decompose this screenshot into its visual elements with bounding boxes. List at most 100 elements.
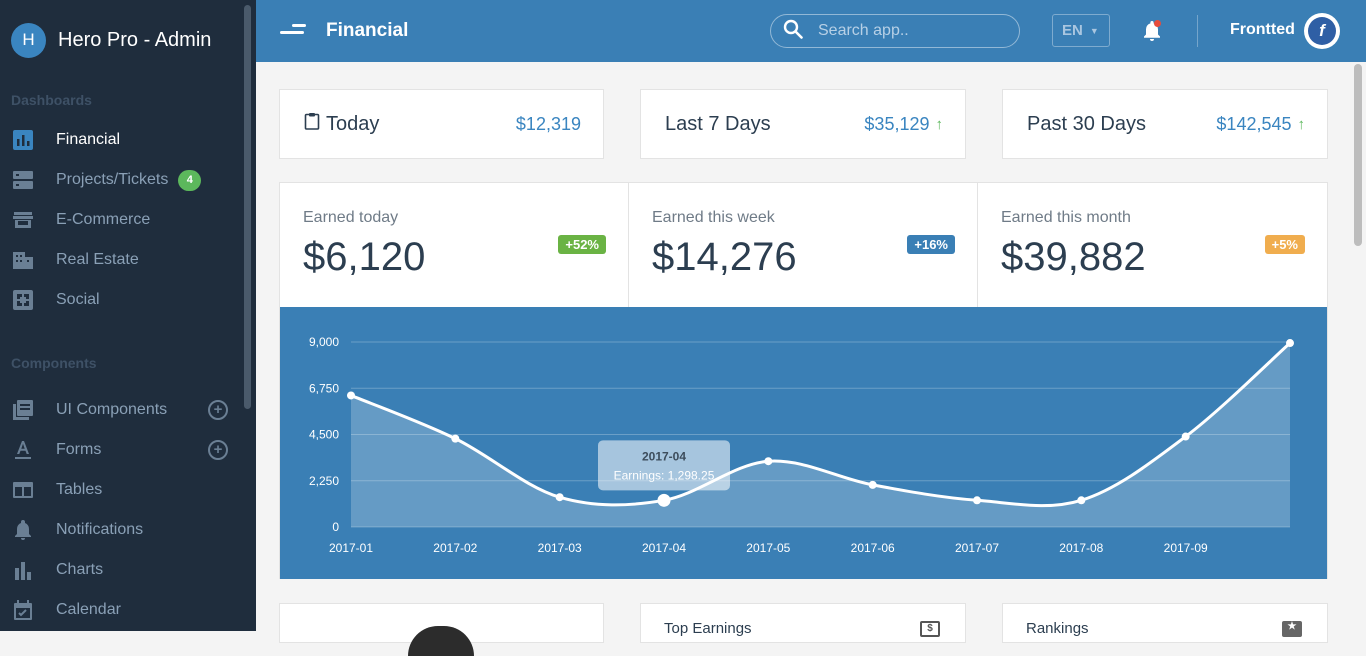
earnings-chart[interactable]: 0 2,250 4,500 6,750 9,000 2017-01 2017-02 2017-… bbox=[280, 307, 1327, 579]
notification-dot bbox=[1154, 20, 1161, 27]
topbar: Financial EN ▼ Frontted f bbox=[256, 0, 1366, 62]
card-title: Rankings bbox=[1026, 620, 1089, 637]
social-icon bbox=[12, 289, 34, 311]
y-tick-label: 0 bbox=[332, 520, 339, 534]
x-tick-label: 2017-08 bbox=[1059, 541, 1103, 555]
sidebar-item-calendar[interactable]: Calendar bbox=[0, 590, 256, 630]
nav-section-title: Dashboards bbox=[11, 92, 92, 108]
sidebar-item-financial[interactable]: Financial bbox=[0, 120, 256, 160]
sidebar-item-notifications[interactable]: Notifications bbox=[0, 510, 256, 550]
data-point bbox=[1286, 339, 1294, 348]
earn-label: Earned today bbox=[303, 209, 399, 226]
data-point bbox=[555, 493, 564, 502]
sidebar-item-tables[interactable]: Tables bbox=[0, 470, 256, 510]
x-tick-label: 2017-02 bbox=[433, 541, 477, 555]
search-input[interactable] bbox=[818, 22, 998, 40]
stat-card-last-7-days: Last 7 Days $35,129 ↑ bbox=[640, 89, 966, 159]
nav-section-title: Components bbox=[11, 355, 97, 371]
building-icon bbox=[12, 249, 34, 271]
bottom-card-top-earnings: Top Earnings $ bbox=[640, 603, 966, 643]
stat-value: $12,319 bbox=[515, 113, 581, 134]
x-tick-label: 2017-01 bbox=[329, 541, 373, 555]
percent-badge: +5% bbox=[1264, 235, 1305, 254]
chevron-down-icon: ▼ bbox=[1089, 25, 1099, 36]
dollar-icon: $ bbox=[920, 621, 940, 637]
expand-plus-icon[interactable]: + bbox=[208, 400, 228, 420]
library-icon bbox=[12, 399, 34, 421]
user-name[interactable]: Frontted bbox=[1230, 21, 1295, 39]
sidebar-item-label: E-Commerce bbox=[56, 211, 151, 228]
arrow-up-icon: ↑ bbox=[1297, 115, 1306, 133]
bottom-card-rankings: Rankings ★ bbox=[1002, 603, 1328, 643]
sidebar-item-label: UI Components bbox=[56, 401, 168, 418]
sidebar-scrollbar[interactable] bbox=[244, 5, 251, 409]
series-area bbox=[351, 343, 1290, 527]
bar-chart-icon bbox=[12, 129, 34, 151]
data-point bbox=[973, 496, 981, 505]
sidebar-item-ecommerce[interactable]: E-Commerce bbox=[0, 200, 256, 240]
text-format-icon bbox=[12, 439, 34, 461]
clipboard-icon bbox=[304, 112, 326, 136]
notifications-bell-icon[interactable] bbox=[1142, 20, 1164, 42]
data-point bbox=[451, 434, 460, 443]
main-scrollbar[interactable] bbox=[1354, 64, 1362, 246]
y-tick-label: 4,500 bbox=[309, 428, 339, 442]
x-tick-label: 2017-09 bbox=[1164, 541, 1208, 555]
stat-label: Past 30 Days bbox=[1027, 112, 1146, 135]
stat-label: Today bbox=[326, 112, 380, 135]
avatar[interactable]: f bbox=[1304, 13, 1340, 49]
sidebar-item-label: Charts bbox=[56, 561, 104, 578]
sidebar-item-forms[interactable]: Forms + bbox=[0, 430, 256, 470]
y-tick-label: 2,250 bbox=[309, 474, 339, 488]
search-icon bbox=[783, 19, 803, 44]
sidebar-item-ui-components[interactable]: UI Components + bbox=[0, 390, 256, 430]
sidebar-item-label: Tables bbox=[56, 481, 103, 498]
x-tick-label: 2017-06 bbox=[851, 541, 895, 555]
bell-icon bbox=[12, 519, 34, 541]
table-icon bbox=[12, 479, 34, 501]
stat-card-past-30-days: Past 30 Days $142,545 ↑ bbox=[1002, 89, 1328, 159]
brand-name: Hero Pro - Admin bbox=[58, 28, 212, 51]
earnings-chart-svg: 0 2,250 4,500 6,750 9,000 2017-01 2017-02 2017-… bbox=[309, 335, 1294, 555]
arrow-up-icon: ↑ bbox=[935, 115, 944, 133]
server-icon bbox=[12, 169, 34, 191]
brand[interactable]: H Hero Pro - Admin bbox=[0, 0, 256, 80]
language-select[interactable]: EN ▼ bbox=[1052, 14, 1110, 47]
tooltip-title: 2017-04 bbox=[642, 449, 686, 463]
language-value: EN bbox=[1062, 22, 1083, 39]
data-point bbox=[347, 391, 355, 400]
brand-logo: H bbox=[11, 22, 46, 58]
y-tick-label: 9,000 bbox=[309, 335, 339, 349]
earned-week-card: Earned this week $14,276 +16% bbox=[629, 183, 978, 307]
x-tick-label: 2017-03 bbox=[538, 541, 582, 555]
card-title: Top Earnings bbox=[664, 620, 752, 637]
earn-label: Earned this week bbox=[652, 209, 775, 226]
avatar-letter: f bbox=[1308, 17, 1336, 45]
percent-badge: +52% bbox=[558, 235, 606, 254]
sidebar-item-projects-tickets[interactable]: Projects/Tickets 4 bbox=[0, 160, 256, 200]
earned-month-card: Earned this month $39,882 +5% bbox=[978, 183, 1327, 307]
calendar-icon bbox=[12, 599, 34, 621]
sidebar: H Hero Pro - Admin Dashboards Financial … bbox=[0, 0, 256, 631]
tooltip-text: Earnings: 1,298.25 bbox=[614, 468, 715, 482]
data-point bbox=[868, 480, 877, 489]
sidebar-item-social[interactable]: Social bbox=[0, 280, 256, 320]
sidebar-item-real-estate[interactable]: Real Estate bbox=[0, 240, 256, 280]
topbar-divider bbox=[1197, 15, 1198, 47]
percent-badge: +16% bbox=[907, 235, 955, 254]
x-tick-label: 2017-04 bbox=[642, 541, 686, 555]
expand-plus-icon[interactable]: + bbox=[208, 440, 228, 460]
menu-toggle-icon[interactable] bbox=[280, 24, 306, 38]
x-tick-label: 2017-05 bbox=[746, 541, 790, 555]
sidebar-item-label: Notifications bbox=[56, 521, 144, 538]
search-box[interactable] bbox=[770, 14, 1020, 48]
sidebar-item-label: Financial bbox=[56, 131, 121, 148]
stat-label: Last 7 Days bbox=[665, 112, 771, 135]
sidebar-item-charts[interactable]: Charts bbox=[0, 550, 256, 590]
earned-today-card: Earned today $6,120 +52% bbox=[280, 183, 629, 307]
sidebar-item-label: Projects/Tickets bbox=[56, 171, 169, 188]
earnings-panel: Earned today $6,120 +52% Earned this wee… bbox=[279, 182, 1328, 579]
chart-icon bbox=[12, 559, 34, 581]
data-point bbox=[1181, 432, 1190, 441]
chart-tooltip bbox=[598, 440, 730, 491]
